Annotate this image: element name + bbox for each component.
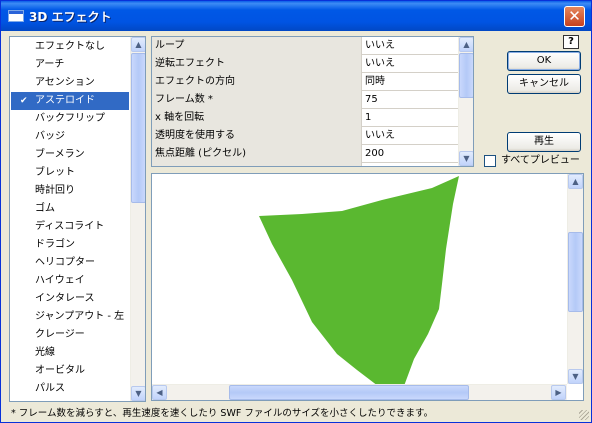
properties-scrollbar[interactable]: ▲ ▼ bbox=[458, 37, 473, 166]
effect-list-item[interactable]: バックフリップ bbox=[11, 110, 129, 128]
effect-list-item-label: ゴム bbox=[35, 203, 55, 214]
effect-list-item-label: バックフリップ bbox=[35, 113, 105, 124]
resize-grip[interactable] bbox=[579, 410, 589, 420]
scroll-up-icon[interactable]: ▲ bbox=[131, 37, 145, 52]
scroll-up-icon[interactable]: ▲ bbox=[459, 37, 473, 52]
property-value[interactable]: 200 bbox=[365, 145, 384, 163]
effect-list-item-label: アステロイド bbox=[35, 95, 95, 106]
preview-all-checkbox[interactable] bbox=[484, 155, 496, 167]
play-button[interactable]: 再生 bbox=[507, 132, 581, 152]
property-name: x 軸を回転 bbox=[152, 109, 362, 127]
effect-list-item[interactable]: オービタル bbox=[11, 362, 129, 380]
property-name: 透明度を使用する bbox=[152, 127, 362, 145]
preview-canvas bbox=[259, 176, 459, 384]
effect-list-item[interactable]: ディスコライト bbox=[11, 218, 129, 236]
scroll-up-icon[interactable]: ▲ bbox=[568, 174, 583, 189]
effect-list-item-label: アーチ bbox=[35, 59, 65, 70]
cancel-button[interactable]: キャンセル bbox=[507, 74, 581, 94]
effect-list-item-label: インタレース bbox=[35, 293, 95, 304]
scroll-down-icon[interactable]: ▼ bbox=[131, 386, 145, 401]
preview-hscrollbar[interactable]: ◀ ▶ bbox=[152, 384, 567, 400]
preview-all-label: すべてプレビュー bbox=[501, 155, 580, 166]
effect-list[interactable]: エフェクトなし アーチアセンション ✔ アステロイド バックフリップ バッジブーメランブレ… bbox=[9, 36, 146, 402]
effect-list-item[interactable]: ハイウェイ bbox=[11, 272, 129, 290]
window-title: 3D エフェクト bbox=[29, 10, 112, 24]
title-bar[interactable]: 3D エフェクト ✕ bbox=[1, 1, 591, 31]
effect-list-item[interactable]: ブーメラン bbox=[11, 146, 129, 164]
effect-list-item-label: ディスコライト bbox=[35, 221, 105, 232]
property-value[interactable]: 75 bbox=[365, 91, 378, 109]
scroll-down-icon[interactable]: ▼ bbox=[568, 369, 583, 384]
scroll-left-icon[interactable]: ◀ bbox=[152, 385, 167, 400]
effect-list-item-label: ブーメラン bbox=[35, 149, 85, 160]
property-value[interactable]: 1 bbox=[365, 109, 371, 127]
preview-shape bbox=[259, 176, 459, 384]
preview-vscroll-thumb[interactable] bbox=[568, 232, 583, 312]
property-name: ループ bbox=[152, 37, 362, 55]
properties-scroll-thumb[interactable] bbox=[459, 53, 473, 98]
effect-list-item[interactable]: アーチ bbox=[11, 56, 129, 74]
effect-list-item-label: エフェクトなし bbox=[35, 41, 105, 52]
help-icon[interactable]: ? bbox=[563, 35, 579, 49]
effect-list-item[interactable]: エフェクトなし bbox=[11, 38, 129, 56]
property-row[interactable]: 透明度を使用する いいえ bbox=[152, 127, 458, 145]
property-row[interactable]: ループ いいえ bbox=[152, 37, 458, 55]
ok-button[interactable]: OK bbox=[507, 51, 581, 71]
property-value[interactable]: いいえ bbox=[365, 55, 395, 73]
effect-list-item[interactable]: バッジ bbox=[11, 128, 129, 146]
effect-list-item[interactable]: クレージー bbox=[11, 326, 129, 344]
scroll-right-icon[interactable]: ▶ bbox=[551, 385, 566, 400]
effect-list-item[interactable]: ドラゴン bbox=[11, 236, 129, 254]
preview-vscrollbar[interactable]: ▲ ▼ bbox=[567, 174, 583, 384]
effect-list-item-label: クレージー bbox=[35, 329, 85, 340]
property-row[interactable]: 焦点距離 (ピクセル) 200 bbox=[152, 145, 458, 163]
effect-list-item[interactable]: ✔ アステロイド bbox=[11, 92, 129, 110]
check-icon: ✔ bbox=[20, 96, 28, 106]
effect-list-item[interactable]: ジャンプアウト - 左 bbox=[11, 308, 129, 326]
property-value[interactable]: いいえ bbox=[365, 127, 395, 145]
preview-hscroll-thumb[interactable] bbox=[229, 385, 469, 400]
property-name: 焦点距離 (ピクセル) bbox=[152, 145, 362, 163]
effect-list-item[interactable]: 光線 bbox=[11, 344, 129, 362]
effect-list-item-label: 光線 bbox=[35, 347, 55, 358]
property-value[interactable]: 同時 bbox=[365, 73, 385, 91]
effect-list-item-label: バッジ bbox=[35, 131, 65, 142]
property-row[interactable]: エフェクトの方向 同時 bbox=[152, 73, 458, 91]
scroll-down-icon[interactable]: ▼ bbox=[459, 151, 473, 166]
effect-list-item-label: パルス bbox=[35, 383, 65, 394]
property-row[interactable]: x 軸を回転 1 bbox=[152, 109, 458, 127]
effect-list-item-label: ジャンプアウト - 左 bbox=[35, 311, 125, 322]
property-row[interactable]: 逆転エフェクト いいえ bbox=[152, 55, 458, 73]
window-icon bbox=[8, 10, 24, 22]
effect-list-item-label: アセンション bbox=[35, 77, 95, 88]
dialog-window: 3D エフェクト ✕ ? エフェクトなし アーチアセンション ✔ アステロイド バックフ… bbox=[0, 0, 592, 423]
effect-list-item[interactable]: 時計回り bbox=[11, 182, 129, 200]
effect-list-item[interactable]: ブレット bbox=[11, 164, 129, 182]
effect-list-item-label: 時計回り bbox=[35, 185, 75, 196]
status-text: * フレーム数を減らすと、再生速度を速くしたり SWF ファイルのサイズを小さく… bbox=[11, 408, 434, 419]
effect-list-item-label: ブレット bbox=[35, 167, 75, 178]
close-button[interactable]: ✕ bbox=[564, 6, 585, 27]
property-name: フレーム数 * bbox=[152, 91, 362, 109]
effect-list-scrollbar[interactable]: ▲ ▼ bbox=[130, 37, 145, 401]
effect-list-item-label: ヘリコプター bbox=[35, 257, 95, 268]
effect-list-item[interactable]: インタレース bbox=[11, 290, 129, 308]
property-name: エフェクトの方向 bbox=[152, 73, 362, 91]
property-name: 逆転エフェクト bbox=[152, 55, 362, 73]
prop-row-partial bbox=[152, 163, 458, 166]
properties-grid[interactable]: ループ いいえ 逆転エフェクト いいえ エフェクトの方向 同時 フレーム数 * 75 x 軸を回… bbox=[151, 36, 474, 167]
effect-list-item[interactable]: パルス bbox=[11, 380, 129, 398]
effect-list-item[interactable]: ゴム bbox=[11, 200, 129, 218]
effect-list-item-label: オービタル bbox=[35, 365, 85, 376]
effect-list-scroll-thumb[interactable] bbox=[131, 53, 145, 203]
property-row[interactable]: フレーム数 * 75 bbox=[152, 91, 458, 109]
effect-list-item-label: ハイウェイ bbox=[35, 275, 85, 286]
property-value[interactable]: いいえ bbox=[365, 37, 395, 55]
effect-list-item[interactable]: ヘリコプター bbox=[11, 254, 129, 272]
preview-area: ▲ ▼ ◀ ▶ bbox=[151, 173, 584, 401]
effect-list-item[interactable]: アセンション bbox=[11, 74, 129, 92]
effect-list-item-label: ドラゴン bbox=[35, 239, 75, 250]
